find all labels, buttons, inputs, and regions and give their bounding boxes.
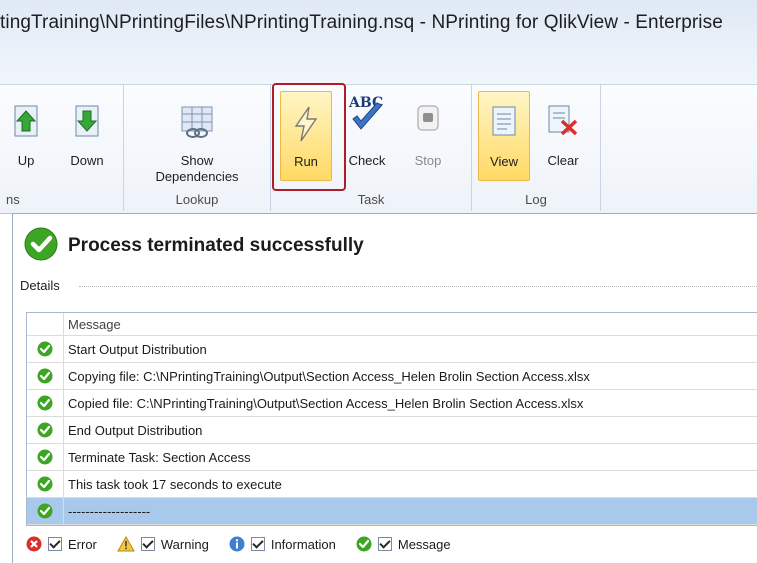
show-dependencies-button[interactable]: Show Dependencies [138, 91, 256, 184]
move-up-button[interactable]: Up [4, 91, 48, 179]
table-row[interactable]: Start Output Distribution [27, 336, 757, 363]
group-label-lookup: Lookup [175, 192, 219, 207]
status-text: Process terminated successfully [68, 235, 364, 256]
stop-icon [417, 105, 439, 134]
warning-icon [117, 536, 135, 552]
success-check-icon [37, 449, 53, 465]
table-row[interactable]: End Output Distribution [27, 417, 757, 444]
error-filter-label: Error [68, 536, 97, 552]
log-message: Start Output Distribution [68, 341, 207, 357]
table-row[interactable]: This task took 17 seconds to execute [27, 471, 757, 498]
table-row-selected[interactable]: ------------------- [27, 498, 757, 525]
details-label: Details [20, 278, 60, 293]
ribbon: Up Down ns Show Dependencies Lookup Run [0, 84, 757, 214]
status-banner: Process terminated successfully [24, 227, 364, 265]
success-check-icon [356, 536, 372, 552]
ribbon-group-lookup: Show Dependencies Lookup [124, 85, 271, 211]
table-row[interactable]: Copying file: C:\NPrintingTraining\Outpu… [27, 363, 757, 390]
window-title: tingTraining\NPrintingFiles\NPrintingTra… [0, 12, 723, 33]
log-message: Copied file: C:\NPrintingTraining\Output… [68, 395, 584, 411]
log-message: ------------------- [68, 503, 151, 519]
log-table-header: Message [27, 313, 757, 336]
message-column-header[interactable]: Message [64, 317, 121, 332]
run-button-highlight [272, 83, 346, 191]
table-row[interactable]: Terminate Task: Section Access [27, 444, 757, 471]
log-message: Copying file: C:\NPrintingTraining\Outpu… [68, 368, 590, 384]
success-check-icon [37, 368, 53, 384]
information-checkbox[interactable] [250, 537, 265, 551]
success-check-icon [37, 341, 53, 357]
clear-log-icon [548, 105, 578, 138]
move-down-button[interactable]: Down [62, 91, 112, 179]
log-message: This task took 17 seconds to execute [68, 476, 282, 492]
filter-error[interactable]: Error [26, 536, 97, 552]
ribbon-group-order: Up Down ns [0, 85, 124, 211]
filter-warning[interactable]: Warning [117, 536, 209, 552]
success-check-icon [37, 422, 53, 438]
ribbon-group-log: View Clear Log [472, 85, 601, 211]
message-checkbox[interactable] [377, 537, 392, 551]
stop-button[interactable]: Stop [403, 91, 453, 179]
information-icon [229, 536, 245, 552]
group-label-log: Log [525, 192, 547, 207]
error-checkbox[interactable] [48, 537, 62, 551]
success-check-icon [37, 503, 53, 519]
log-filters: Error Warning Information Message [26, 536, 471, 552]
title-bar: tingTraining\NPrintingFiles\NPrintingTra… [0, 0, 757, 84]
icon-column-header[interactable] [27, 313, 64, 335]
check-button[interactable]: ABC Check [342, 91, 392, 179]
show-dependencies-label: Show Dependencies [155, 153, 239, 184]
spell-check-icon: ABC [347, 93, 387, 138]
view-log-button[interactable]: View [478, 91, 530, 181]
move-up-label: Up [17, 153, 35, 168]
filter-message[interactable]: Message [356, 536, 451, 552]
view-log-label: View [490, 154, 518, 169]
arrow-up-icon [13, 105, 39, 140]
move-down-label: Down [70, 153, 104, 168]
log-message: End Output Distribution [68, 422, 203, 438]
log-view-icon [492, 106, 516, 139]
table-row[interactable]: Copied file: C:\NPrintingTraining\Output… [27, 390, 757, 417]
group-label-task: Task [357, 192, 385, 207]
log-table: Message Start Output Distribution Copyin… [26, 312, 757, 526]
details-divider [79, 286, 757, 287]
clear-log-label: Clear [547, 153, 579, 168]
success-check-icon [24, 227, 58, 265]
dependencies-icon [180, 105, 214, 142]
check-label: Check [348, 153, 386, 168]
arrow-down-icon [74, 105, 100, 140]
success-check-icon [37, 476, 53, 492]
success-check-icon [37, 395, 53, 411]
error-icon [26, 536, 42, 552]
stop-label: Stop [414, 153, 442, 168]
group-label-order: ns [6, 192, 20, 207]
log-message: Terminate Task: Section Access [68, 449, 251, 465]
warning-checkbox[interactable] [140, 537, 155, 551]
clear-log-button[interactable]: Clear [538, 91, 588, 179]
filter-information[interactable]: Information [229, 536, 336, 552]
information-filter-label: Information [270, 536, 336, 552]
message-filter-label: Message [397, 536, 451, 552]
warning-filter-label: Warning [160, 536, 209, 552]
